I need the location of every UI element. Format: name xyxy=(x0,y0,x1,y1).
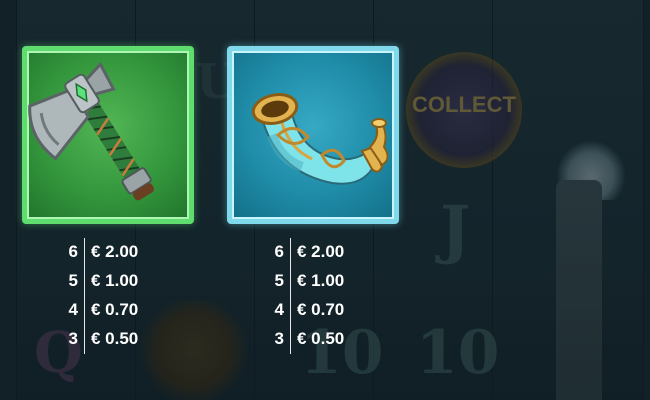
payout-amount: € 2.00 xyxy=(297,242,345,261)
divider xyxy=(84,238,85,267)
divider xyxy=(290,267,291,296)
symbol-count: 4 xyxy=(68,300,78,319)
symbol-count: 4 xyxy=(274,300,284,319)
symbol-count: 6 xyxy=(68,242,78,261)
symbol-count: 3 xyxy=(274,329,284,348)
payout-amount: € 0.70 xyxy=(91,300,139,319)
symbol-count: 3 xyxy=(68,329,78,348)
payout-amount: € 0.50 xyxy=(297,329,345,348)
divider xyxy=(290,325,291,354)
divider xyxy=(84,296,85,325)
payout-amount: € 1.00 xyxy=(91,271,139,290)
payout-amount: € 1.00 xyxy=(297,271,345,290)
symbol-count: 6 xyxy=(274,242,284,261)
symbol-count: 5 xyxy=(68,271,78,290)
payout-amount: € 0.50 xyxy=(91,329,139,348)
divider xyxy=(84,325,85,354)
axe-symbol-tile xyxy=(22,46,194,224)
horn-icon xyxy=(251,93,389,185)
divider xyxy=(290,238,291,267)
axe-icon xyxy=(28,61,154,201)
divider xyxy=(84,267,85,296)
divider xyxy=(290,296,291,325)
horn-symbol-tile xyxy=(227,46,399,224)
payout-amount: € 0.70 xyxy=(297,300,345,319)
symbol-count: 5 xyxy=(274,271,284,290)
payout-amount: € 2.00 xyxy=(91,242,139,261)
